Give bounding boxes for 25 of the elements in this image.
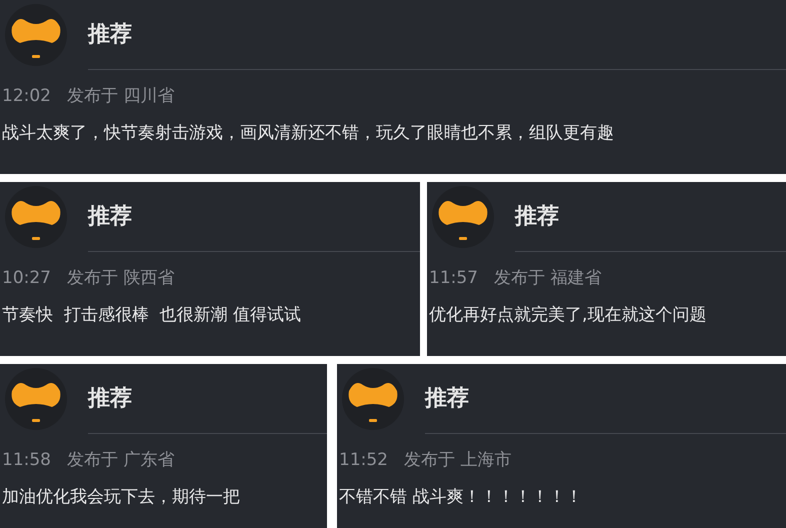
- post-time: 12:02: [2, 88, 51, 105]
- review-text: 不错不错 战斗爽！！！！！！！: [339, 487, 582, 507]
- card-title: 推荐: [88, 388, 132, 410]
- post-time: 11:52: [339, 452, 388, 469]
- avatar-icon: [431, 185, 495, 249]
- avatar-icon: [4, 367, 68, 431]
- post-location: 发布于 福建省: [494, 270, 602, 287]
- review-text: 节奏快 打击感很棒 也很新潮 值得试试: [2, 305, 302, 325]
- card-title: 推荐: [515, 206, 559, 228]
- post-location: 发布于 四川省: [67, 88, 174, 105]
- avatar-icon: [4, 3, 68, 67]
- review-text: 优化再好点就完美了,现在就这个问题: [429, 305, 706, 325]
- avatar-icon: [4, 185, 68, 249]
- card-title: 推荐: [88, 24, 132, 46]
- post-time: 10:27: [2, 270, 51, 287]
- post-location: 发布于 广东省: [67, 452, 174, 469]
- avatar-icon: [341, 367, 405, 431]
- card-title: 推荐: [88, 206, 132, 228]
- card-title: 推荐: [425, 388, 469, 410]
- post-location: 发布于 陕西省: [67, 270, 174, 287]
- post-time: 11:57: [429, 270, 478, 287]
- post-location: 发布于 上海市: [404, 452, 512, 469]
- post-time: 11:58: [2, 452, 51, 469]
- review-text: 战斗太爽了，快节奏射击游戏，画风清新还不错，玩久了眼睛也不累，组队更有趣: [2, 123, 614, 143]
- review-text: 加油优化我会玩下去，期待一把: [2, 487, 240, 507]
